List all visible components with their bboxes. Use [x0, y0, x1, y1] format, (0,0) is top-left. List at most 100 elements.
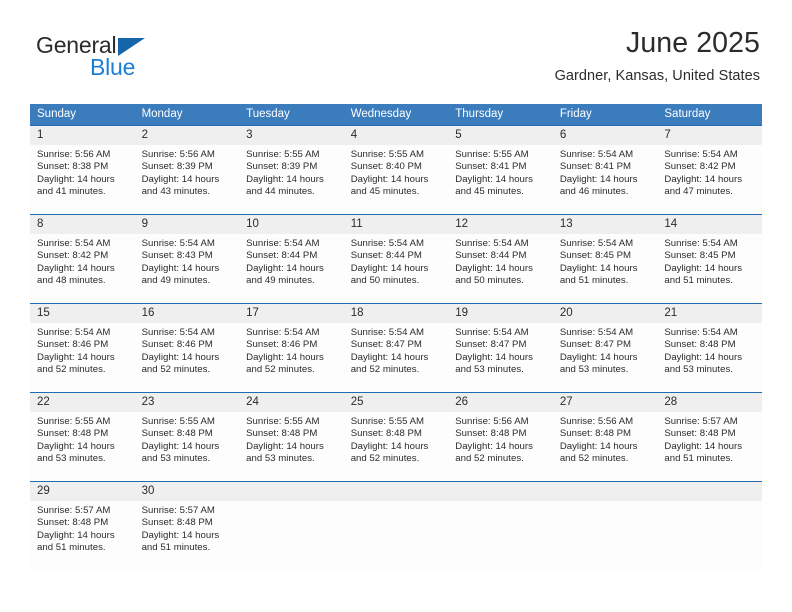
day-cell[interactable]: Sunrise: 5:54 AM Sunset: 8:47 PM Dayligh…	[448, 323, 553, 392]
sunset-text: Sunset: 8:43 PM	[141, 250, 213, 262]
sunrise-text: Sunrise: 5:55 AM	[350, 149, 425, 160]
day-cell[interactable]: Sunrise: 5:54 AM Sunset: 8:46 PM Dayligh…	[30, 323, 135, 392]
day-cell[interactable]: Sunrise: 5:54 AM Sunset: 8:46 PM Dayligh…	[239, 323, 344, 392]
day-number[interactable]: 6	[553, 126, 658, 145]
sunset-text: Sunset: 8:48 PM	[141, 428, 213, 440]
sunrise-text: Sunrise: 5:54 AM	[559, 238, 634, 249]
day-number[interactable]: 17	[239, 304, 344, 323]
brand-logo[interactable]: General Blue	[36, 34, 256, 90]
day-number[interactable]: 20	[553, 304, 658, 323]
day-cell[interactable]: Sunrise: 5:54 AM Sunset: 8:44 PM Dayligh…	[343, 234, 449, 303]
daylight-text-line2: and 53 minutes.	[246, 453, 315, 465]
day-cell[interactable]: Sunrise: 5:57 AM Sunset: 8:48 PM Dayligh…	[134, 501, 240, 570]
day-number[interactable]: 8	[30, 215, 135, 234]
daylight-text-line1: Daylight: 14 hours	[246, 440, 324, 452]
day-detail-strip: Sunrise: 5:54 AM Sunset: 8:46 PM Dayligh…	[30, 323, 762, 392]
day-number[interactable]: 1	[30, 126, 135, 145]
day-cell[interactable]: Sunrise: 5:57 AM Sunset: 8:48 PM Dayligh…	[657, 412, 762, 481]
day-number[interactable]: 24	[239, 393, 344, 412]
sunrise-text: Sunrise: 5:54 AM	[37, 327, 111, 338]
day-number[interactable]: 18	[344, 304, 449, 323]
day-number[interactable]: 23	[135, 393, 240, 412]
day-cell[interactable]: Sunrise: 5:54 AM Sunset: 8:47 PM Dayligh…	[343, 323, 449, 392]
sunrise-text: Sunrise: 5:55 AM	[37, 416, 111, 427]
day-number[interactable]: 16	[135, 304, 240, 323]
day-cell[interactable]: Sunrise: 5:54 AM Sunset: 8:46 PM Dayligh…	[134, 323, 240, 392]
day-number-empty	[239, 482, 344, 501]
sunrise-text: Sunrise: 5:54 AM	[664, 238, 738, 249]
day-number[interactable]: 12	[448, 215, 553, 234]
weekday-header-sunday: Sunday	[37, 108, 77, 120]
weekday-header-monday: Monday	[141, 108, 183, 120]
day-number[interactable]: 21	[657, 304, 762, 323]
day-cell[interactable]: Sunrise: 5:54 AM Sunset: 8:45 PM Dayligh…	[657, 234, 762, 303]
day-cell[interactable]: Sunrise: 5:55 AM Sunset: 8:39 PM Dayligh…	[239, 145, 344, 214]
sunrise-text: Sunrise: 5:54 AM	[350, 327, 425, 338]
day-number[interactable]: 5	[448, 126, 553, 145]
day-number[interactable]: 2	[135, 126, 240, 145]
day-cell[interactable]: Sunrise: 5:54 AM Sunset: 8:42 PM Dayligh…	[657, 145, 762, 214]
sunset-text: Sunset: 8:47 PM	[559, 339, 632, 351]
day-cell[interactable]: Sunrise: 5:54 AM Sunset: 8:42 PM Dayligh…	[30, 234, 135, 303]
day-number-empty	[553, 482, 658, 501]
daylight-text-line1: Daylight: 14 hours	[141, 173, 220, 185]
sunrise-text: Sunrise: 5:55 AM	[455, 149, 529, 160]
day-cell[interactable]: Sunrise: 5:54 AM Sunset: 8:44 PM Dayligh…	[239, 234, 344, 303]
daylight-text-line2: and 41 minutes.	[37, 186, 106, 198]
sunset-text: Sunset: 8:41 PM	[455, 161, 527, 173]
sunset-text: Sunset: 8:42 PM	[664, 161, 736, 173]
day-number[interactable]: 15	[30, 304, 135, 323]
day-cell[interactable]: Sunrise: 5:56 AM Sunset: 8:48 PM Dayligh…	[448, 412, 553, 481]
day-cell[interactable]: Sunrise: 5:54 AM Sunset: 8:45 PM Dayligh…	[552, 234, 658, 303]
day-cell[interactable]: Sunrise: 5:56 AM Sunset: 8:38 PM Dayligh…	[30, 145, 135, 214]
day-number[interactable]: 14	[657, 215, 762, 234]
day-number[interactable]: 28	[657, 393, 762, 412]
day-number[interactable]: 19	[448, 304, 553, 323]
daylight-text-line2: and 51 minutes.	[664, 453, 733, 465]
daylight-text-line2: and 45 minutes.	[350, 186, 420, 198]
day-number[interactable]: 4	[344, 126, 449, 145]
weekday-header-thursday: Thursday	[455, 108, 504, 120]
daylight-text-line1: Daylight: 14 hours	[664, 351, 743, 363]
sunrise-text: Sunrise: 5:57 AM	[141, 505, 215, 516]
day-cell[interactable]: Sunrise: 5:54 AM Sunset: 8:44 PM Dayligh…	[448, 234, 553, 303]
day-cell[interactable]: Sunrise: 5:55 AM Sunset: 8:48 PM Dayligh…	[239, 412, 344, 481]
day-number[interactable]: 10	[239, 215, 344, 234]
daylight-text-line1: Daylight: 14 hours	[141, 351, 220, 363]
day-number[interactable]: 29	[30, 482, 135, 501]
location-subtitle: Gardner, Kansas, United States	[554, 68, 760, 85]
day-number[interactable]: 22	[30, 393, 135, 412]
day-cell[interactable]: Sunrise: 5:57 AM Sunset: 8:48 PM Dayligh…	[30, 501, 135, 570]
day-cell[interactable]: Sunrise: 5:55 AM Sunset: 8:48 PM Dayligh…	[30, 412, 135, 481]
daylight-text-line2: and 43 minutes.	[141, 186, 211, 198]
daylight-text-line2: and 53 minutes.	[455, 364, 524, 376]
day-cell[interactable]: Sunrise: 5:55 AM Sunset: 8:48 PM Dayligh…	[134, 412, 240, 481]
calendar-page: General Blue June 2025 Gardner, Kansas, …	[0, 0, 792, 612]
day-cell[interactable]: Sunrise: 5:55 AM Sunset: 8:48 PM Dayligh…	[343, 412, 449, 481]
day-cell[interactable]: Sunrise: 5:55 AM Sunset: 8:41 PM Dayligh…	[448, 145, 553, 214]
day-cell[interactable]: Sunrise: 5:54 AM Sunset: 8:48 PM Dayligh…	[657, 323, 762, 392]
day-number[interactable]: 11	[344, 215, 449, 234]
day-cell[interactable]: Sunrise: 5:55 AM Sunset: 8:40 PM Dayligh…	[343, 145, 449, 214]
day-cell[interactable]: Sunrise: 5:56 AM Sunset: 8:48 PM Dayligh…	[552, 412, 658, 481]
day-number[interactable]: 27	[553, 393, 658, 412]
day-cell[interactable]: Sunrise: 5:54 AM Sunset: 8:41 PM Dayligh…	[552, 145, 658, 214]
day-number[interactable]: 3	[239, 126, 344, 145]
day-cell[interactable]: Sunrise: 5:54 AM Sunset: 8:47 PM Dayligh…	[552, 323, 658, 392]
day-number[interactable]: 7	[657, 126, 762, 145]
day-number[interactable]: 13	[553, 215, 658, 234]
day-number[interactable]: 9	[135, 215, 240, 234]
day-cell[interactable]: Sunrise: 5:56 AM Sunset: 8:39 PM Dayligh…	[134, 145, 240, 214]
page-header: General Blue June 2025 Gardner, Kansas, …	[0, 0, 792, 100]
day-number[interactable]: 30	[135, 482, 240, 501]
sunrise-text: Sunrise: 5:56 AM	[37, 149, 111, 160]
daylight-text-line2: and 52 minutes.	[455, 453, 524, 465]
day-cell[interactable]: Sunrise: 5:54 AM Sunset: 8:43 PM Dayligh…	[134, 234, 240, 303]
day-number[interactable]: 26	[448, 393, 553, 412]
title-block: June 2025 Gardner, Kansas, United States	[554, 27, 760, 85]
sunrise-text: Sunrise: 5:54 AM	[37, 238, 111, 249]
weekday-header-saturday: Saturday	[664, 108, 711, 120]
daylight-text-line2: and 48 minutes.	[37, 275, 106, 287]
day-number[interactable]: 25	[344, 393, 449, 412]
daylight-text-line2: and 50 minutes.	[350, 275, 420, 287]
